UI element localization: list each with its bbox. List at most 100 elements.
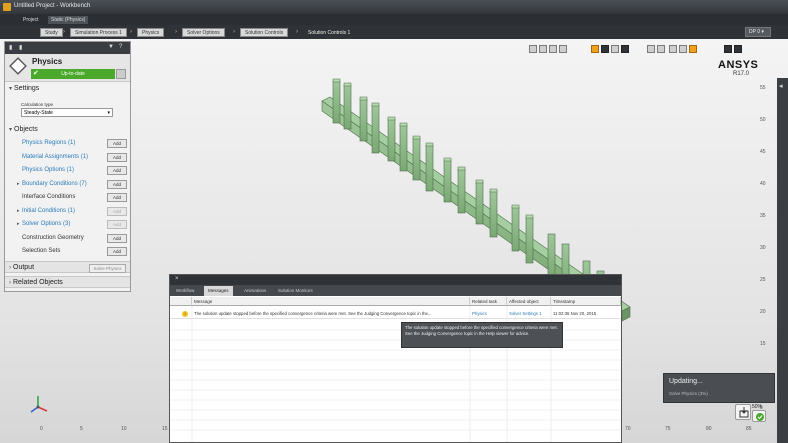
release-label: R17.0	[733, 71, 750, 77]
ruler-tick: 75	[665, 426, 671, 432]
section-icon[interactable]	[647, 45, 655, 53]
axis-triad-icon	[30, 396, 48, 413]
measure-icon[interactable]	[657, 45, 665, 53]
object-label[interactable]: Selection Sets	[22, 246, 60, 257]
section-settings-label: Settings	[14, 85, 40, 92]
object-label[interactable]: Physics Regions (1)	[22, 138, 75, 149]
add-button[interactable]: Add	[107, 207, 127, 216]
design-point-label: DP 0	[749, 29, 761, 35]
add-button[interactable]: Add	[107, 139, 127, 148]
help-icon[interactable]: ?	[119, 44, 126, 51]
object-interface-conditions[interactable]: Interface Conditions Add	[17, 192, 129, 203]
object-physics-regions[interactable]: Physics Regions (1) Add	[17, 138, 129, 149]
move-icon[interactable]	[549, 45, 557, 53]
object-initial-conditions[interactable]: ▸ Initial Conditions (1) Add	[17, 206, 129, 217]
updating-toast: Updating... Solve Physics (3%)	[663, 373, 775, 403]
section-objects[interactable]: ▾ Objects	[5, 124, 130, 136]
chevron-down-icon: ▾	[9, 127, 13, 133]
object-label[interactable]: Solver Options (3)	[22, 219, 70, 230]
chevron-right-icon[interactable]: ▸	[17, 206, 20, 217]
breadcrumb-solution-controls-1: Solution Controls 1	[308, 30, 351, 36]
right-sidebar-toggle[interactable]: ◂	[777, 78, 788, 443]
ruler-tick: 5	[80, 426, 83, 432]
tab-workflow[interactable]: Workflow	[172, 286, 198, 296]
select-icon[interactable]	[529, 45, 537, 53]
panel-toolbar: ▮ ▮ ▼ ?	[5, 42, 130, 54]
filter-icon[interactable]: ▼	[108, 44, 115, 51]
zoom-fit-icon[interactable]	[679, 45, 687, 53]
object-label[interactable]: Boundary Conditions (7)	[22, 179, 87, 190]
tab-solution-monitors[interactable]: Solution Monitors	[274, 286, 317, 296]
object-label[interactable]: Interface Conditions	[22, 192, 75, 203]
calc-type-label: Calculation type	[21, 102, 54, 107]
messages-panel: × Workflow Messages Animations Solution …	[169, 274, 622, 443]
object-label[interactable]: Initial Conditions (1)	[22, 206, 75, 217]
delete-icon[interactable]: ▮	[19, 44, 26, 51]
document-icon[interactable]: ▮	[9, 44, 16, 51]
ruler-tick: 55	[760, 85, 766, 91]
updating-subtitle: Solve Physics (3%)	[669, 391, 708, 396]
chevron-right-icon[interactable]: ▸	[17, 219, 20, 230]
design-point-select[interactable]: DP 0 ▾	[745, 27, 771, 37]
add-button[interactable]: Add	[107, 180, 127, 189]
object-label[interactable]: Construction Geometry	[22, 233, 84, 244]
chevron-right-icon: ›	[130, 29, 132, 35]
section-settings[interactable]: ▾ Settings	[5, 83, 130, 95]
add-button[interactable]: Add	[107, 153, 127, 162]
chevron-down-icon: ▾	[9, 86, 13, 92]
panel-title: Physics	[32, 57, 63, 66]
add-button[interactable]: Add	[107, 220, 127, 229]
object-boundary-conditions[interactable]: ▸ Boundary Conditions (7) Add	[17, 179, 129, 190]
solve-physics-button[interactable]: Solve Physics	[89, 264, 126, 273]
calc-type-value: Steady-State	[24, 110, 53, 116]
isometric-icon[interactable]	[689, 45, 697, 53]
section-related-objects[interactable]: › Related Objects	[5, 276, 130, 288]
add-button[interactable]: Add	[107, 193, 127, 202]
update-button[interactable]	[735, 404, 751, 420]
solid-icon[interactable]	[621, 45, 629, 53]
ruler-tick: 20	[760, 309, 766, 315]
breadcrumb-simulation-process[interactable]: Simulation Process 1	[70, 28, 127, 37]
chevron-right-icon: ›	[63, 29, 65, 35]
object-construction-geometry[interactable]: Construction Geometry Add	[17, 233, 129, 244]
object-selection-sets[interactable]: Selection Sets Add	[17, 246, 129, 257]
breadcrumb-study[interactable]: Study	[40, 28, 63, 37]
object-material-assignments[interactable]: Material Assignments (1) Add	[17, 152, 129, 163]
ruler-tick: 25	[760, 277, 766, 283]
object-physics-options[interactable]: Physics Options (1) Add	[17, 165, 129, 176]
view-back-icon[interactable]	[734, 45, 742, 53]
edges-icon[interactable]	[611, 45, 619, 53]
zoom-icon[interactable]	[669, 45, 677, 53]
object-label[interactable]: Material Assignments (1)	[22, 152, 88, 163]
tab-project[interactable]: Project	[20, 16, 42, 24]
solve-status-button[interactable]	[752, 410, 766, 422]
rotate-icon[interactable]	[559, 45, 567, 53]
update-icon	[739, 407, 749, 418]
chevron-right-icon: ›	[175, 29, 177, 35]
properties-panel: ▮ ▮ ▼ ? Physics ✔ Up-to-date ▾ Settings C…	[4, 41, 131, 292]
box-select-icon[interactable]	[539, 45, 547, 53]
add-button[interactable]: Add	[107, 234, 127, 243]
wireframe-icon[interactable]	[601, 45, 609, 53]
chevron-right-icon: ›	[233, 29, 235, 35]
breadcrumb-solver-options[interactable]: Solver Options	[182, 28, 225, 37]
chevron-right-icon[interactable]: ▸	[17, 179, 20, 190]
breadcrumb-solution-controls[interactable]: Solution Controls	[240, 28, 289, 37]
add-button[interactable]: Add	[107, 247, 127, 256]
breadcrumb-physics[interactable]: Physics	[137, 28, 165, 37]
object-label[interactable]: Physics Options (1)	[22, 165, 74, 176]
add-button[interactable]: Add	[107, 166, 127, 175]
tab-animations[interactable]: Animations	[240, 286, 270, 296]
tab-static-physics[interactable]: Static (Physics)	[48, 16, 89, 24]
close-icon[interactable]: ×	[175, 276, 179, 282]
view-front-icon[interactable]	[724, 45, 732, 53]
tab-messages[interactable]: Messages	[204, 286, 233, 296]
object-solver-options[interactable]: ▸ Solver Options (3) Add	[17, 219, 129, 230]
breadcrumb: Study › Simulation Process 1 › Physics ›…	[0, 25, 788, 39]
calc-type-select[interactable]: Steady-State ▾	[21, 108, 113, 117]
status-label: Up-to-date	[61, 71, 85, 77]
physics-cube-icon	[9, 57, 27, 75]
cube-view-icon[interactable]	[591, 45, 599, 53]
viewport-toolbar	[529, 45, 779, 55]
status-menu-button[interactable]	[116, 69, 126, 79]
